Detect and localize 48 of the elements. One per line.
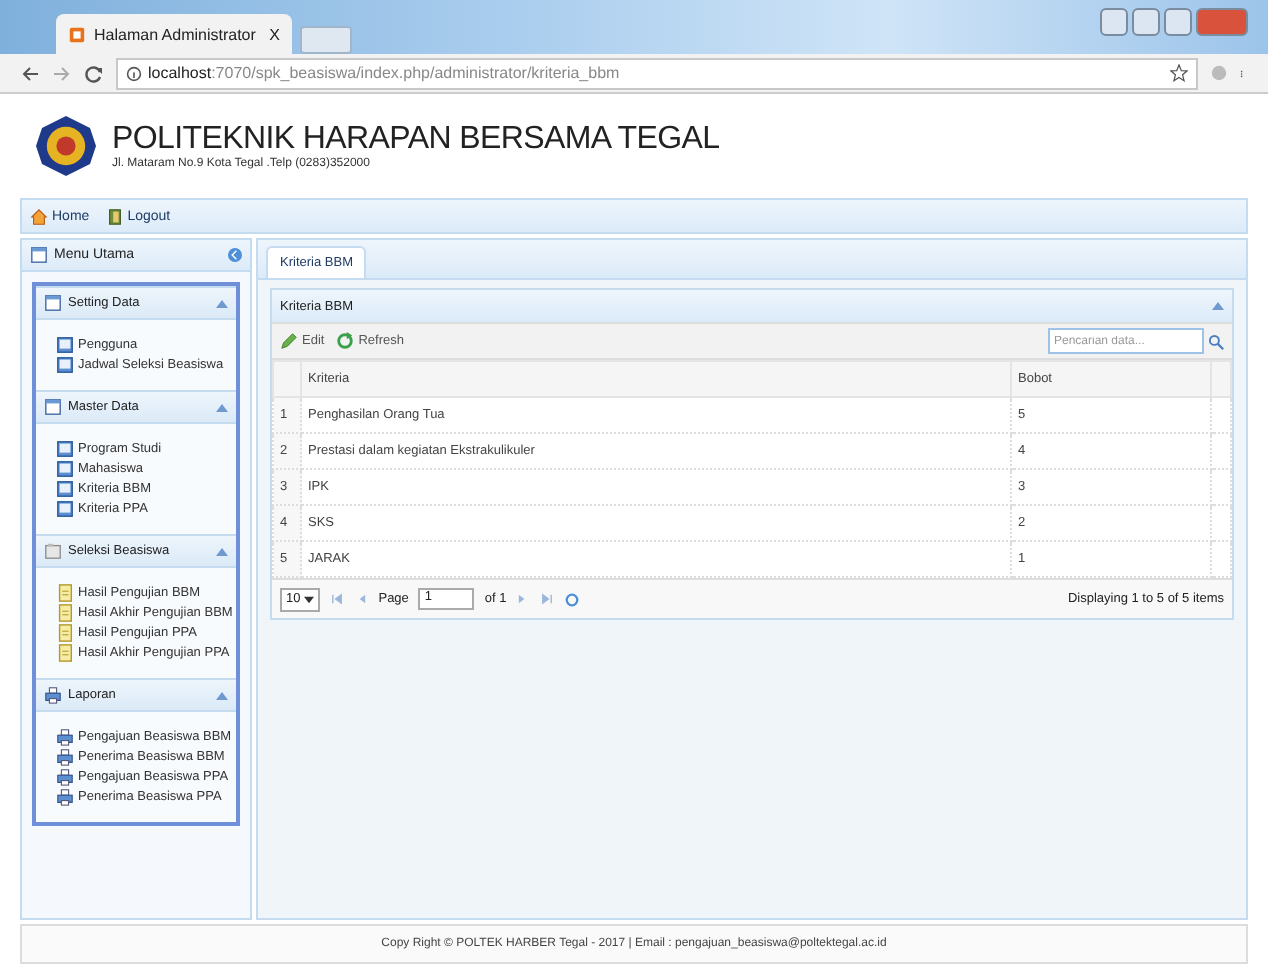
door-icon (105, 207, 124, 225)
refresh-icon (564, 591, 581, 607)
document-icon (56, 604, 74, 622)
caret-icon (304, 595, 315, 603)
collapse-icon[interactable] (1212, 302, 1224, 310)
collapse-icon[interactable] (216, 403, 228, 411)
document-icon (56, 624, 74, 642)
info-icon (126, 65, 142, 81)
new-tab-button[interactable] (300, 26, 352, 54)
search-icon (1208, 333, 1224, 349)
url-text: localhost:7070/spk_beasiswa/index.php/administrator/kriteria_bbm (148, 64, 620, 82)
first-page-icon (330, 592, 345, 606)
site-title: POLITEKNIK HARAPAN BERSAMA TEGAL (112, 122, 720, 157)
form-icon (30, 246, 48, 264)
folder-icon (44, 542, 62, 560)
close-button[interactable] (1196, 8, 1248, 36)
collapse-icon[interactable] (216, 547, 228, 555)
address-bar[interactable]: localhost:7070/spk_beasiswa/index.php/administrator/kriteria_bbm (116, 57, 1198, 89)
printer-icon (56, 768, 74, 786)
page-icon (68, 25, 86, 43)
reload-icon (84, 63, 104, 83)
user-button[interactable] (1100, 8, 1128, 36)
house-icon (30, 207, 48, 225)
document-icon (56, 584, 74, 602)
prev-page-icon (354, 592, 369, 606)
minimize-button[interactable] (1132, 8, 1160, 36)
maximize-button[interactable] (1164, 8, 1192, 36)
collapse-icon[interactable] (216, 691, 228, 699)
star-icon (1170, 64, 1188, 82)
form-icon (44, 398, 62, 416)
printer-icon (56, 748, 74, 766)
browser-tab[interactable]: Halaman Administrator X (56, 14, 292, 54)
extension-icon (1210, 64, 1228, 82)
printer-icon (44, 686, 62, 704)
pencil-icon (280, 332, 298, 350)
tab-title: Halaman Administrator (94, 25, 256, 43)
printer-icon (56, 728, 74, 746)
document-icon (56, 644, 74, 662)
collapse-icon[interactable] (228, 248, 242, 262)
form-icon (44, 294, 62, 312)
last-page-icon (540, 592, 555, 606)
emblem-icon (36, 112, 96, 180)
collapse-icon[interactable] (216, 299, 228, 307)
refresh-icon (336, 332, 355, 350)
back-icon (20, 63, 40, 83)
tab-close-button[interactable]: X (269, 25, 280, 43)
printer-icon (56, 788, 74, 806)
forward-icon (52, 63, 72, 83)
